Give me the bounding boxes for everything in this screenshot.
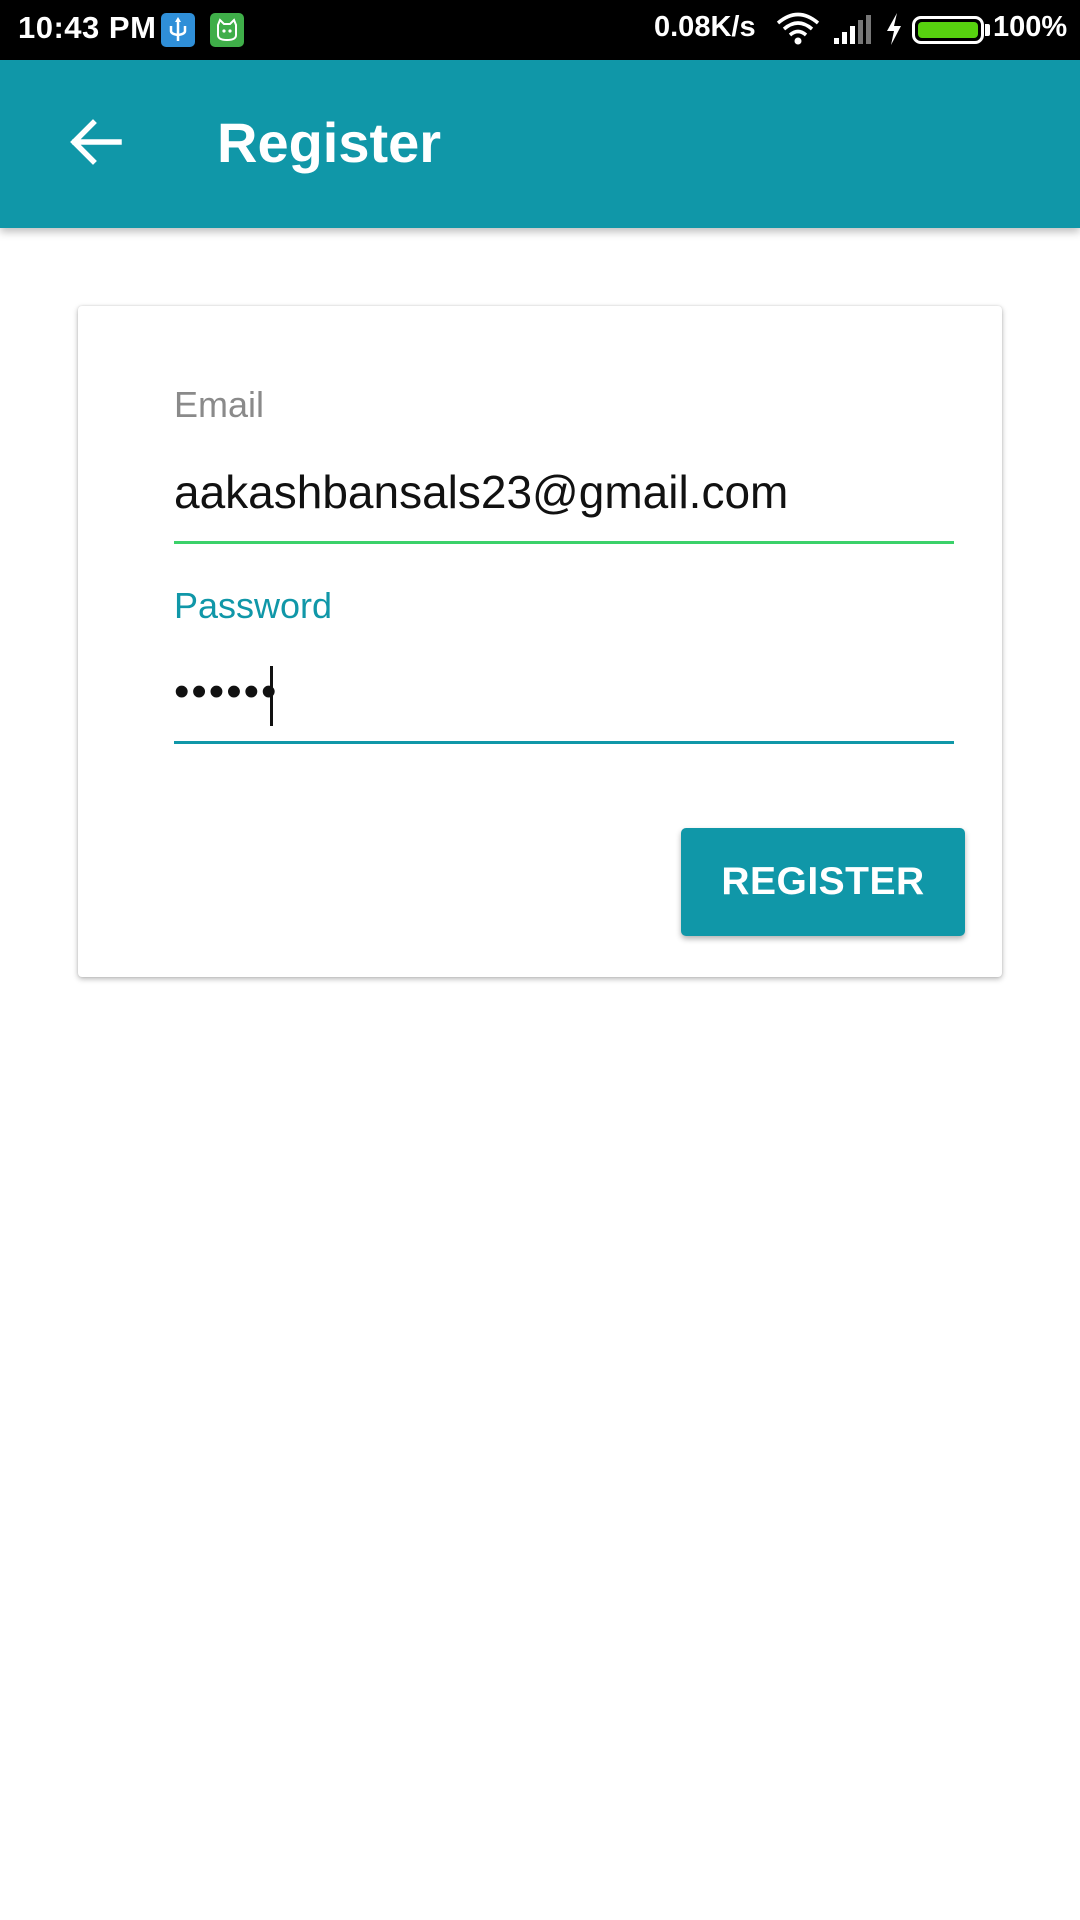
app-bar: Register bbox=[0, 60, 1080, 228]
password-label: Password bbox=[174, 585, 333, 626]
email-label: Email bbox=[174, 384, 265, 425]
wifi-icon bbox=[776, 12, 820, 51]
charging-bolt-icon bbox=[884, 12, 904, 51]
page-title: Register bbox=[217, 111, 442, 174]
arrow-left-icon bbox=[69, 118, 123, 171]
status-bar: 10:43 PM 0.08K/s 100% bbox=[0, 0, 1080, 60]
usb-icon bbox=[161, 13, 195, 47]
register-button[interactable]: REGISTER bbox=[681, 828, 965, 936]
email-underline bbox=[174, 541, 954, 544]
signal-icon bbox=[832, 14, 872, 51]
network-speed: 0.08K/s bbox=[654, 11, 756, 43]
battery-cap bbox=[985, 24, 990, 36]
password-field[interactable] bbox=[174, 662, 954, 722]
email-field[interactable] bbox=[174, 462, 954, 522]
battery-percent: 100% bbox=[993, 11, 1068, 43]
cat-app-icon bbox=[210, 13, 244, 47]
battery-level-fill bbox=[918, 22, 978, 38]
status-time: 10:43 PM bbox=[18, 10, 157, 45]
battery-icon bbox=[912, 16, 984, 44]
password-underline bbox=[174, 741, 954, 744]
back-button[interactable] bbox=[56, 114, 136, 174]
register-card: Email Password REGISTER bbox=[78, 306, 1002, 977]
text-cursor bbox=[270, 666, 273, 726]
